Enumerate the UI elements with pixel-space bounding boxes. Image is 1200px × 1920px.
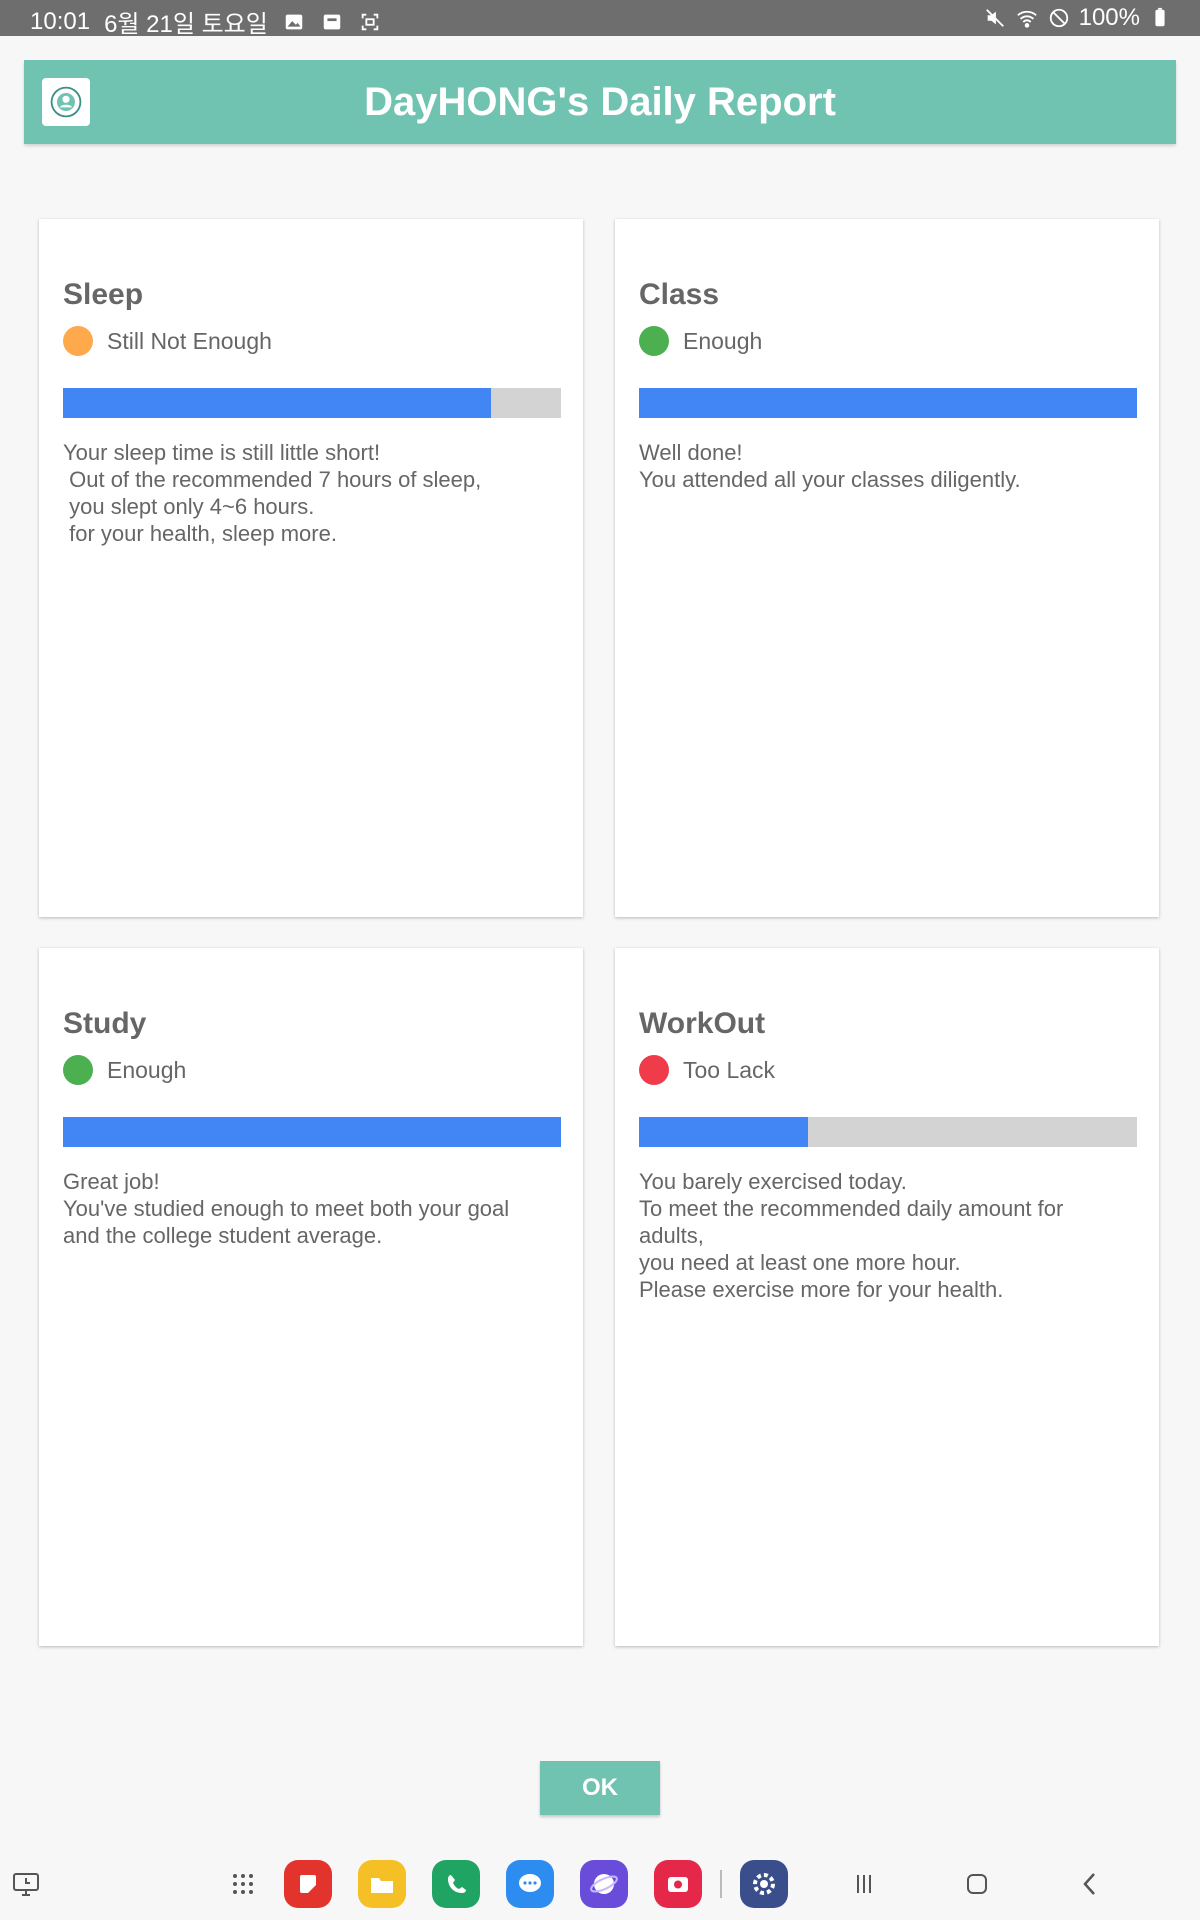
card-description: Your sleep time is still little short! O… — [63, 440, 482, 546]
mute-icon — [983, 6, 1007, 30]
status-bar: 10:01 6월 21일 토요일 100% — [0, 0, 1200, 38]
app-drawer-icon[interactable] — [219, 1860, 267, 1908]
phone-icon[interactable] — [432, 1860, 480, 1908]
ok-button[interactable]: OK — [540, 1761, 660, 1815]
gallery-icon — [282, 10, 306, 34]
status-row: Too Lack — [639, 1055, 775, 1085]
card-title: Study — [63, 1007, 147, 1040]
status-label: Still Not Enough — [107, 327, 272, 354]
progress-bar — [639, 388, 1137, 418]
status-row: Still Not Enough — [63, 326, 272, 356]
messages-icon[interactable] — [506, 1860, 554, 1908]
report-card-study: Study Enough Great job! You've studied e… — [39, 948, 583, 1646]
progress-bar — [639, 1117, 1137, 1147]
notification-icon — [320, 10, 344, 34]
status-row: Enough — [63, 1055, 186, 1085]
do-not-disturb-icon — [1047, 6, 1071, 30]
progress-bar — [63, 388, 561, 418]
card-title: Sleep — [63, 278, 144, 311]
home-nav-icon[interactable] — [953, 1860, 1001, 1908]
status-label: Enough — [107, 1056, 187, 1083]
progress-fill — [63, 388, 492, 418]
app-header: DayHONG's Daily Report — [24, 60, 1176, 144]
status-label: Enough — [683, 327, 763, 354]
samsung-notes-icon[interactable] — [284, 1860, 332, 1908]
page-title: DayHONG's Daily Report — [364, 80, 836, 124]
status-dot-icon — [639, 1055, 669, 1085]
taskbar — [0, 1848, 1200, 1920]
status-label: Too Lack — [683, 1056, 776, 1083]
screenshot-icon — [358, 10, 382, 34]
clock: 10:01 — [30, 7, 91, 35]
recent-screen-icon[interactable] — [2, 1860, 50, 1908]
camera-icon[interactable] — [654, 1860, 702, 1908]
wifi-icon — [1015, 6, 1039, 30]
status-dot-icon — [63, 1055, 93, 1085]
status-dot-icon — [639, 326, 669, 356]
date: 6월 21일 토요일 — [104, 11, 268, 38]
card-title: Class — [639, 278, 720, 311]
recents-nav-icon[interactable] — [840, 1860, 888, 1908]
status-dot-icon — [63, 326, 93, 356]
card-description: Well done! You attended all your classes… — [639, 440, 1021, 492]
report-card-sleep: Sleep Still Not Enough Your sleep time i… — [39, 219, 583, 917]
progress-fill — [639, 388, 1137, 418]
progress-fill — [639, 1117, 809, 1147]
my-files-icon[interactable] — [358, 1860, 406, 1908]
card-title: WorkOut — [639, 1007, 766, 1040]
internet-icon[interactable] — [580, 1860, 628, 1908]
report-card-class: Class Enough Well done! You attended all… — [615, 219, 1159, 917]
report-card-workout: WorkOut Too Lack You barely exercised to… — [615, 948, 1159, 1646]
card-description: Great job! You've studied enough to meet… — [63, 1169, 510, 1248]
battery-icon — [1148, 6, 1172, 30]
taskbar-divider — [720, 1870, 722, 1898]
settings-icon[interactable] — [740, 1860, 788, 1908]
back-nav-icon[interactable] — [1066, 1860, 1114, 1908]
battery-level: 100% — [1078, 4, 1140, 31]
status-row: Enough — [639, 326, 762, 356]
progress-fill — [63, 1117, 561, 1147]
progress-bar — [63, 1117, 561, 1147]
card-description: You barely exercised today. To meet the … — [639, 1169, 1064, 1302]
